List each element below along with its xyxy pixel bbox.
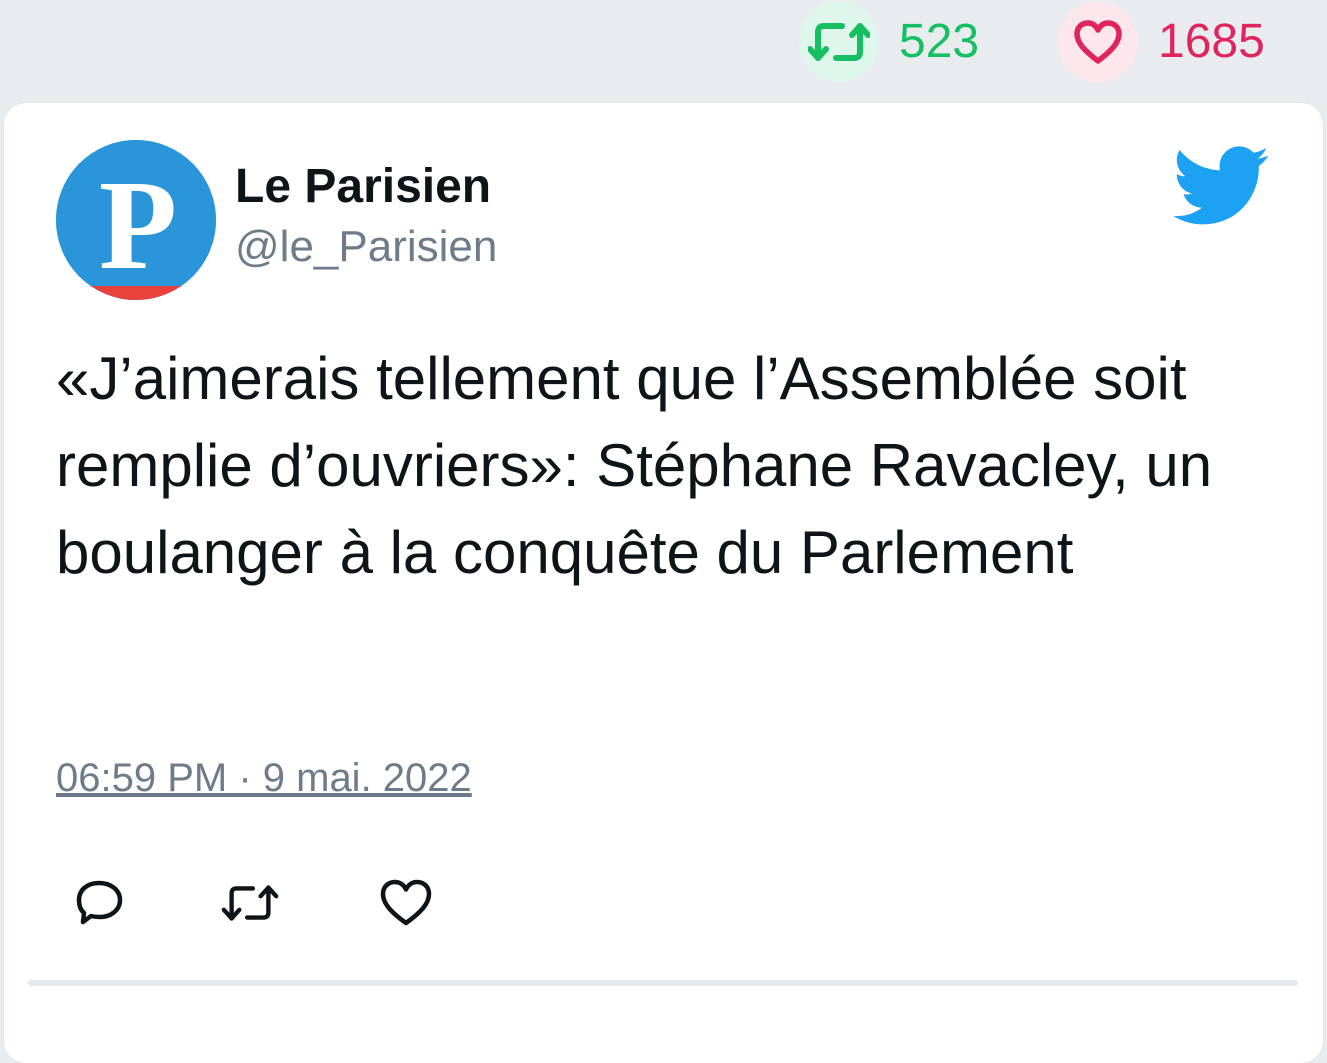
retweet-icon <box>221 885 279 921</box>
heart-icon <box>1074 20 1122 64</box>
tweet-stats-bar: 523 1685 <box>0 0 1327 100</box>
tweet-card: P Le Parisien @le_Parisien «J’aimerais t… <box>4 103 1323 1063</box>
twitter-bird-icon[interactable] <box>1174 145 1270 227</box>
like-count: 1685 <box>1158 15 1265 68</box>
reply-icon <box>76 880 123 925</box>
like-stat[interactable]: 1685 <box>1058 2 1265 82</box>
like-button[interactable] <box>376 875 436 931</box>
reply-button[interactable] <box>70 875 130 931</box>
author-handle[interactable]: @le_Parisien <box>235 222 497 271</box>
avatar[interactable]: P <box>56 140 216 300</box>
avatar-letter: P <box>99 154 177 296</box>
heart-icon <box>380 879 432 926</box>
retweet-stat[interactable]: 523 <box>799 2 979 82</box>
le-parisien-logo: P <box>56 140 216 300</box>
retweet-icon <box>808 23 870 61</box>
author-name[interactable]: Le Parisien <box>235 160 491 214</box>
tweet-text: «J’aimerais tellement que l’Assemblée so… <box>56 345 1213 586</box>
retweet-count: 523 <box>899 15 980 68</box>
tweet-timestamp[interactable]: 06:59 PM · 9 mai. 2022 <box>56 756 472 800</box>
like-stat-icon-circle[interactable] <box>1058 2 1138 82</box>
card-divider <box>28 980 1298 986</box>
retweet-button[interactable] <box>220 875 280 931</box>
retweet-stat-icon-circle[interactable] <box>799 2 879 82</box>
